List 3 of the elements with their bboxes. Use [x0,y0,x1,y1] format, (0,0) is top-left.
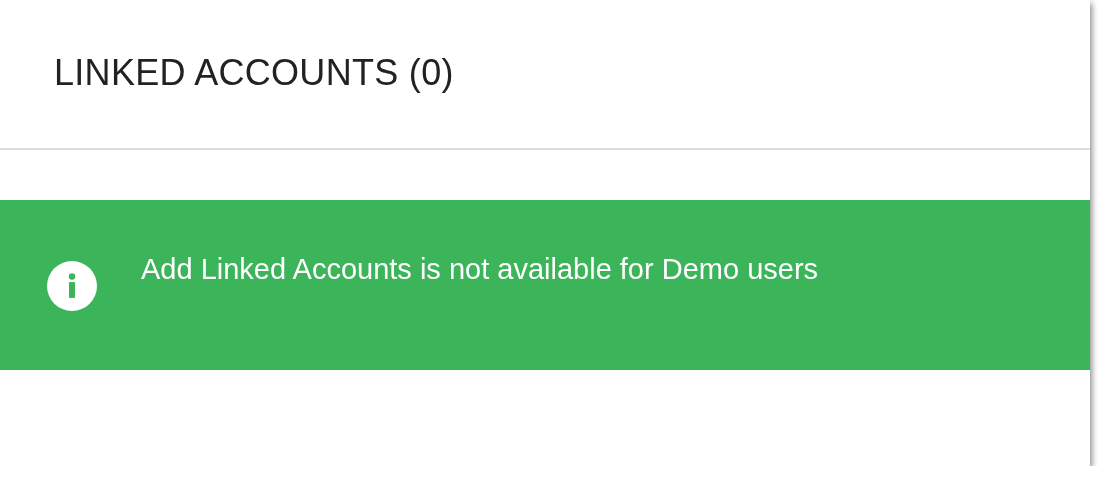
info-icon [47,261,97,311]
section-title: LINKED ACCOUNTS (0) [54,52,454,94]
alert-message: Add Linked Accounts is not available for Demo users [141,252,819,286]
